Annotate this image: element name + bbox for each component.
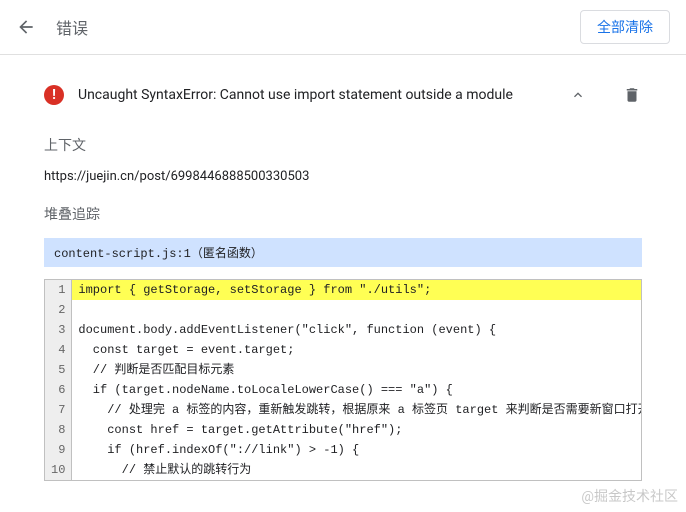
line-number: 2: [51, 300, 65, 320]
error-badge-icon: !: [44, 85, 64, 105]
clear-all-button[interactable]: 全部清除: [580, 10, 670, 44]
back-arrow-icon[interactable]: [16, 17, 36, 37]
stack-location[interactable]: content-script.js:1（匿名函数）: [44, 238, 642, 267]
code-line: // 判断是否匹配目标元素: [72, 360, 641, 380]
code-line: // 处理完 a 标签的内容，重新触发跳转，根据原来 a 标签页 target …: [72, 400, 641, 420]
code-gutter: 12345678910: [45, 280, 72, 480]
code-lines: import { getStorage, setStorage } from "…: [72, 280, 641, 480]
line-number: 3: [51, 320, 65, 340]
error-summary-row[interactable]: ! Uncaught SyntaxError: Cannot use impor…: [44, 75, 642, 115]
page-header: 错误 全部清除: [0, 0, 686, 55]
code-line: const href = target.getAttribute("href")…: [72, 420, 641, 440]
line-number: 8: [51, 420, 65, 440]
line-number: 9: [51, 440, 65, 460]
context-url: https://juejin.cn/post/69984468885003305…: [44, 169, 642, 184]
chevron-up-icon[interactable]: [568, 85, 588, 105]
code-line: if (target.nodeName.toLocaleLowerCase() …: [72, 380, 641, 400]
line-number: 7: [51, 400, 65, 420]
line-number: 6: [51, 380, 65, 400]
error-message: Uncaught SyntaxError: Cannot use import …: [78, 87, 554, 103]
code-line: // 禁止默认的跳转行为: [72, 460, 641, 480]
code-line: document.body.addEventListener("click", …: [72, 320, 641, 340]
code-viewer[interactable]: 12345678910 import { getStorage, setStor…: [44, 279, 642, 481]
line-number: 4: [51, 340, 65, 360]
code-line: if (href.indexOf("://link") > -1) {: [72, 440, 641, 460]
line-number: 1: [51, 280, 65, 300]
code-line: import { getStorage, setStorage } from "…: [72, 280, 641, 300]
delete-icon[interactable]: [622, 85, 642, 105]
watermark: @掘金技术社区: [581, 486, 678, 506]
content-area: ! Uncaught SyntaxError: Cannot use impor…: [0, 55, 686, 481]
code-line: const target = event.target;: [72, 340, 641, 360]
page-title: 错误: [56, 15, 88, 39]
stack-trace-label: 堆叠追踪: [44, 204, 642, 224]
context-label: 上下文: [44, 135, 642, 155]
line-number: 5: [51, 360, 65, 380]
line-number: 10: [51, 460, 65, 480]
code-line: [72, 300, 641, 320]
